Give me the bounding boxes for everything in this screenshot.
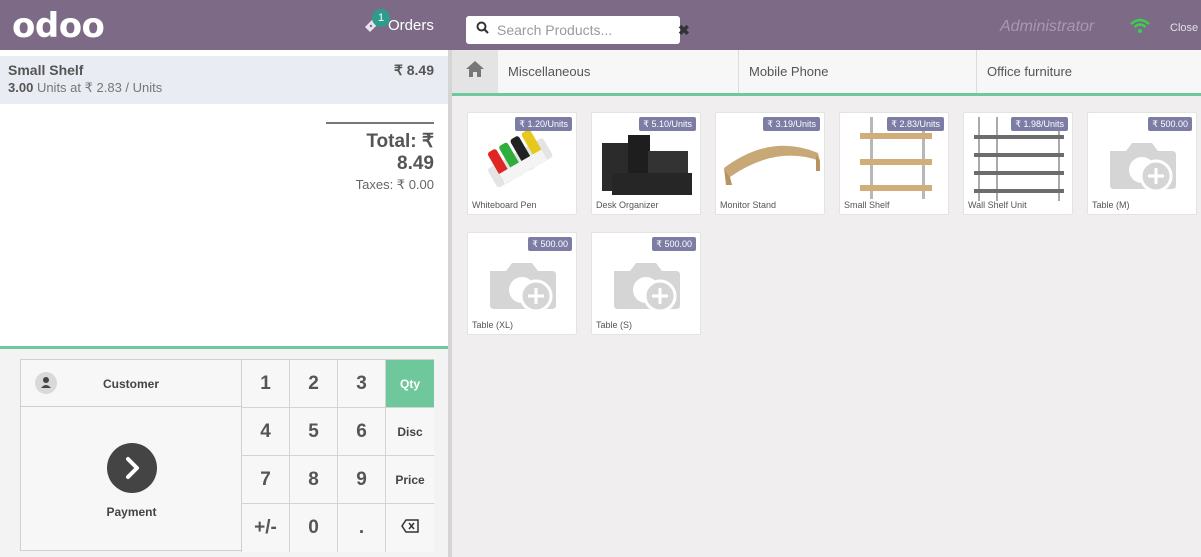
mode-disc-button[interactable]: Disc [386,408,434,456]
pos-app: odoo 1 Orders ✖ Administrator Close [0,0,1201,557]
payment-button[interactable]: Payment [21,407,242,552]
product-card[interactable]: ₹ 1.98/Units Wall Shelf Unit [963,112,1073,215]
category-miscellaneous[interactable]: Miscellaneous [498,50,738,93]
numpad-key-8[interactable]: 8 [290,456,338,504]
user-name[interactable]: Administrator [1000,18,1094,36]
backspace-icon [401,517,419,539]
mode-price-button[interactable]: Price [386,456,434,504]
numpad-key-6[interactable]: 6 [338,408,386,456]
product-name: Desk Organizer [596,200,659,210]
clear-search-icon[interactable]: ✖ [678,22,690,39]
product-name: Monitor Stand [720,200,777,210]
numpad-key-7[interactable]: 7 [242,456,290,504]
product-card[interactable]: ₹ 500.00 Table (S) [591,232,701,335]
product-card[interactable]: ₹ 5.10/Units Desk Organizer [591,112,701,215]
order-line-info: 3.00 Units at ₹ 2.83 / Units [8,80,438,96]
search-input[interactable] [497,22,678,38]
product-price-tag: ₹ 3.19/Units [763,117,820,131]
product-panel: Miscellaneous Mobile Phone Office furnit… [452,50,1201,557]
orders-button[interactable]: 1 Orders [362,9,434,38]
wifi-icon [1130,18,1150,34]
product-card[interactable]: ₹ 500.00 Table (XL) [467,232,577,335]
product-card[interactable]: ₹ 1.20/Units Whiteboard Pen [467,112,577,215]
product-name: Table (XL) [472,320,514,330]
order-panel: Small Shelf ₹ 8.49 3.00 Units at ₹ 2.83 … [0,50,448,557]
product-name: Whiteboard Pen [472,200,537,210]
product-price-tag: ₹ 1.20/Units [515,117,572,131]
ticket-icon: 1 [362,9,390,35]
product-name: Wall Shelf Unit [968,200,1027,210]
product-name: Small Shelf [844,200,890,210]
payment-label: Payment [106,505,157,519]
category-mobile-phone[interactable]: Mobile Phone [738,50,976,93]
order-taxes: Taxes: ₹ 0.00 [355,177,434,192]
product-name: Table (S) [596,320,633,330]
numpad-key-1[interactable]: 1 [242,360,290,408]
control-pad-area: Customer Payment 1 2 3 Qty 4 5 6 Disc 7 [0,346,448,557]
numpad-key-plusminus[interactable]: +/- [242,504,290,552]
category-office-furniture[interactable]: Office furniture [976,50,1201,93]
customer-button[interactable]: Customer [21,360,242,407]
category-bar: Miscellaneous Mobile Phone Office furnit… [452,50,1201,96]
numpad-key-3[interactable]: 3 [338,360,386,408]
odoo-logo: odoo [12,6,105,46]
product-price-tag: ₹ 500.00 [652,237,696,251]
top-bar: odoo 1 Orders ✖ Administrator Close [0,0,1201,50]
home-category-button[interactable] [452,50,498,93]
user-icon [35,372,57,394]
product-price-tag: ₹ 1.98/Units [1011,117,1068,131]
home-icon [465,60,485,83]
numpad-key-4[interactable]: 4 [242,408,290,456]
numpad-key-0[interactable]: 0 [290,504,338,552]
order-line-unit-text: Units at ₹ 2.83 / Units [36,80,163,95]
product-list: ₹ 1.20/Units Whiteboard Pen ₹ 5.10/Units… [452,96,1201,557]
product-card[interactable]: ₹ 2.83/Units Small Shelf [839,112,949,215]
product-card[interactable]: ₹ 3.19/Units Monitor Stand [715,112,825,215]
order-line-price: ₹ 8.49 [393,62,434,78]
product-card[interactable]: ₹ 500.00 Table (M) [1087,112,1197,215]
product-price-tag: ₹ 5.10/Units [639,117,696,131]
search-box: ✖ [466,16,690,44]
numpad-key-2[interactable]: 2 [290,360,338,408]
backspace-button[interactable] [386,504,434,552]
order-summary: Total: ₹ 8.49 Taxes: ₹ 0.00 [326,122,434,193]
product-name: Table (M) [1092,200,1130,210]
close-button[interactable]: Close [1170,22,1198,34]
order-line-qty: 3.00 [8,80,34,95]
numpad-key-5[interactable]: 5 [290,408,338,456]
order-line[interactable]: Small Shelf ₹ 8.49 3.00 Units at ₹ 2.83 … [0,56,448,104]
chevron-right-icon [107,443,157,493]
orders-label: Orders [388,16,434,34]
search-icon [476,21,489,39]
product-price-tag: ₹ 500.00 [528,237,572,251]
product-price-tag: ₹ 500.00 [1148,117,1192,131]
product-price-tag: ₹ 2.83/Units [887,117,944,131]
control-pad: Customer Payment 1 2 3 Qty 4 5 6 Disc 7 [20,359,434,552]
order-total: Total: ₹ 8.49 [366,131,434,174]
orders-count-badge: 1 [372,9,390,27]
order-line-product: Small Shelf [8,62,84,78]
numpad-key-9[interactable]: 9 [338,456,386,504]
mode-qty-button[interactable]: Qty [386,360,434,408]
numpad-key-dot[interactable]: . [338,504,386,552]
customer-label: Customer [102,377,159,391]
